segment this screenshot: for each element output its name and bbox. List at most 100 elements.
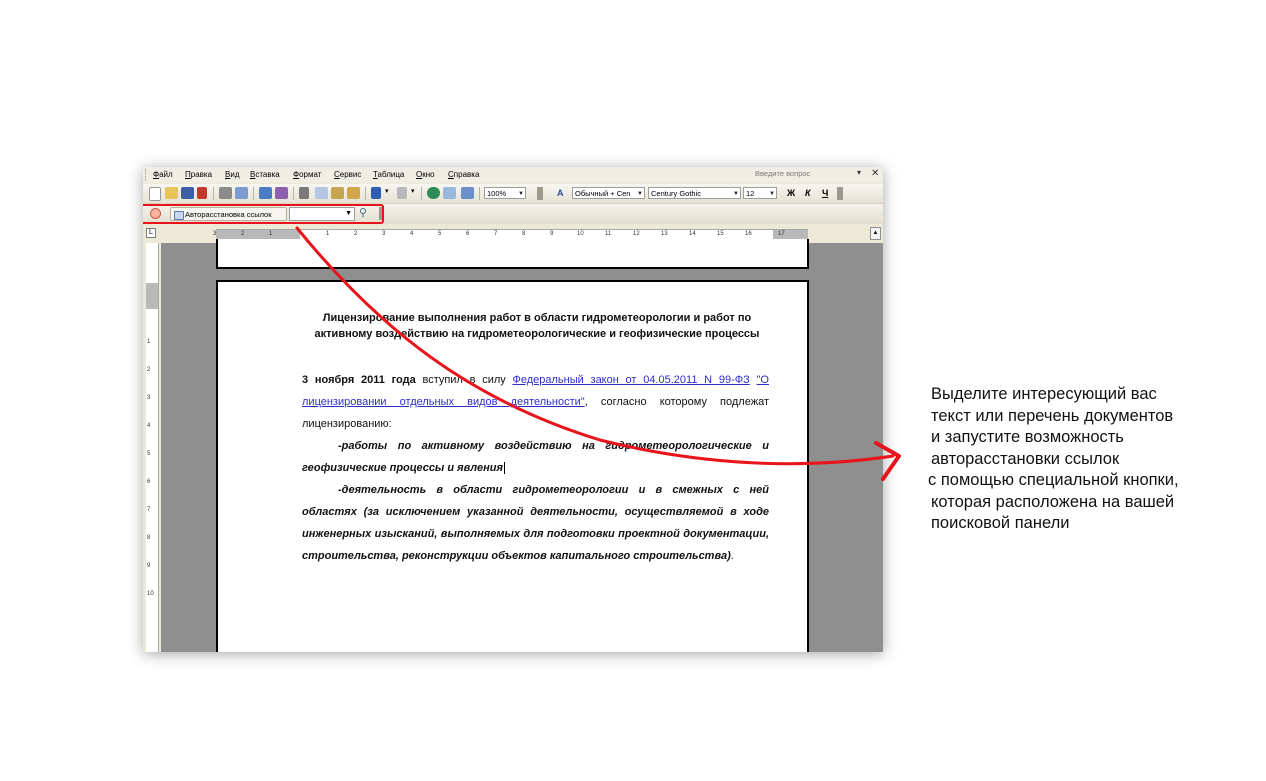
zoom-dropdown-icon: ▼ — [518, 191, 524, 197]
hyperlink-icon[interactable] — [427, 187, 440, 199]
ruler-number: 4 — [410, 231, 414, 237]
ruler-number: 7 — [494, 231, 498, 237]
help-question-input[interactable]: Введите вопрос — [755, 169, 855, 180]
ruler-number: 14 — [689, 231, 696, 237]
research-icon[interactable] — [275, 187, 288, 199]
ruler-number: 2 — [354, 231, 358, 237]
ruler-number: 15 — [717, 231, 724, 237]
style-value: Обычный + Cen — [575, 189, 631, 198]
scroll-up-button[interactable]: ▲ — [870, 227, 881, 240]
ruler-number: 9 — [550, 231, 554, 237]
italic-button[interactable]: К — [805, 188, 811, 198]
ruler-number: 7 — [147, 507, 151, 513]
document-area: Лицензирование выполнения работ в област… — [161, 239, 883, 652]
tab-selector[interactable]: L — [146, 228, 156, 238]
print-icon[interactable] — [219, 187, 232, 199]
styles-icon[interactable]: A — [557, 188, 564, 198]
intro-text: вступил в силу — [415, 374, 513, 386]
font-size-value: 12 — [746, 189, 755, 198]
ruler-number: 1 — [269, 231, 273, 237]
font-value: Century Gothic — [651, 189, 702, 198]
ruler-number: 3 — [382, 231, 386, 237]
copy-icon[interactable] — [315, 187, 328, 199]
highlight-box — [143, 204, 384, 224]
spelling-icon[interactable] — [259, 187, 272, 199]
cut-icon[interactable] — [299, 187, 309, 199]
vertical-ruler[interactable]: 1 2 3 4 5 6 7 8 9 10 — [146, 243, 159, 652]
list-item-2-text: -деятельность в области гидрометеорологи… — [302, 484, 769, 562]
law-date: 3 ноября 2011 года — [302, 374, 416, 386]
ruler-number: 10 — [147, 591, 154, 597]
zoom-value: 100% — [487, 189, 507, 198]
word-window: Файл Правка Вид Вставка Формат Сервис Та… — [143, 167, 883, 652]
annotation-line: и запустите возможность — [931, 428, 1124, 446]
undo-dropdown-icon[interactable]: ▾ — [385, 187, 389, 195]
annotation-line: авторасстановки ссылок — [931, 449, 1120, 468]
style-dropdown-icon: ▼ — [637, 191, 643, 197]
save-icon[interactable] — [181, 187, 194, 199]
new-document-icon[interactable] — [149, 187, 161, 201]
permission-icon[interactable] — [197, 187, 207, 199]
redo-dropdown-icon[interactable]: ▾ — [411, 187, 415, 195]
font-select[interactable]: Century Gothic ▼ — [648, 187, 741, 199]
ruler-number: 11 — [605, 231, 612, 237]
document-page[interactable]: Лицензирование выполнения работ в област… — [216, 280, 809, 652]
ruler-number: 12 — [633, 231, 640, 237]
menu-format[interactable]: Формат — [293, 170, 321, 179]
bold-button[interactable]: Ж — [787, 188, 795, 198]
help-dropdown-icon[interactable]: ▾ — [857, 168, 861, 177]
font-dropdown-icon: ▼ — [733, 191, 739, 197]
ruler-number: 4 — [147, 423, 151, 429]
ruler-number: 3 — [147, 395, 151, 401]
ruler-number: 8 — [522, 231, 526, 237]
menu-edit[interactable]: Правка — [185, 170, 212, 179]
ruler-number: 2 — [147, 367, 151, 373]
menu-grip — [145, 169, 149, 181]
ruler-number: 1 — [147, 339, 151, 345]
list-item-2-end: . — [730, 550, 734, 562]
zoom-select[interactable]: 100% ▼ — [484, 187, 526, 199]
close-document-icon[interactable]: ✕ — [871, 168, 879, 179]
undo-icon[interactable] — [371, 187, 381, 199]
ruler-number: 10 — [577, 231, 584, 237]
ruler-number: 5 — [147, 451, 151, 457]
law-link[interactable]: Федеральный закон от 04.05.2011 N 99-ФЗ — [513, 374, 750, 386]
annotation-line: Выделите интересующий вас — [931, 385, 1157, 403]
ruler-number: 17 — [778, 231, 785, 237]
style-select[interactable]: Обычный + Cen ▼ — [572, 187, 645, 199]
underline-button[interactable]: Ч — [822, 188, 828, 198]
ruler-number: 6 — [147, 479, 151, 485]
print-preview-icon[interactable] — [235, 187, 248, 199]
insert-table-icon[interactable] — [461, 187, 474, 199]
font-size-select[interactable]: 12 ▼ — [743, 187, 777, 199]
ruler-number: 5 — [438, 231, 442, 237]
paragraph-intro: 3 ноября 2011 года вступил в силу Федера… — [302, 369, 769, 435]
menu-file[interactable]: Файл — [153, 170, 173, 179]
menu-table[interactable]: Таблица — [373, 170, 404, 179]
menu-bar: Файл Правка Вид Вставка Формат Сервис Та… — [143, 167, 883, 183]
list-item-2: -деятельность в области гидрометеорологи… — [302, 479, 769, 567]
open-folder-icon[interactable] — [165, 187, 178, 199]
redo-icon[interactable] — [397, 187, 407, 199]
text-cursor — [503, 462, 505, 475]
menu-help[interactable]: Справка — [448, 170, 479, 179]
list-item-1-text: -работы по активному воздействию на гидр… — [302, 440, 769, 474]
menu-tools[interactable]: Сервис — [334, 170, 361, 179]
ruler-number: 1 — [326, 231, 330, 237]
ruler-number: 3 — [213, 231, 217, 237]
standard-toolbar: ▾ ▾ 100% ▼ A Обычный + Cen ▼ Century Got… — [143, 184, 883, 204]
menu-window[interactable]: Окно — [416, 170, 435, 179]
format-painter-icon[interactable] — [347, 187, 360, 199]
ruler-number: 16 — [745, 231, 752, 237]
annotation-text: Выделите интересующий вас текст или пере… — [928, 384, 1231, 535]
tables-borders-icon[interactable] — [443, 187, 456, 199]
menu-insert[interactable]: Вставка — [250, 170, 280, 179]
document-title: Лицензирование выполнения работ в област… — [314, 312, 760, 340]
paste-icon[interactable] — [331, 187, 344, 199]
annotation-line: с помощью специальной кнопки, — [928, 471, 1179, 489]
menu-view[interactable]: Вид — [225, 170, 239, 179]
ruler-number: 13 — [661, 231, 668, 237]
ruler-number: 8 — [147, 535, 151, 541]
font-size-dropdown-icon: ▼ — [769, 191, 775, 197]
ruler-number: 9 — [147, 563, 151, 569]
